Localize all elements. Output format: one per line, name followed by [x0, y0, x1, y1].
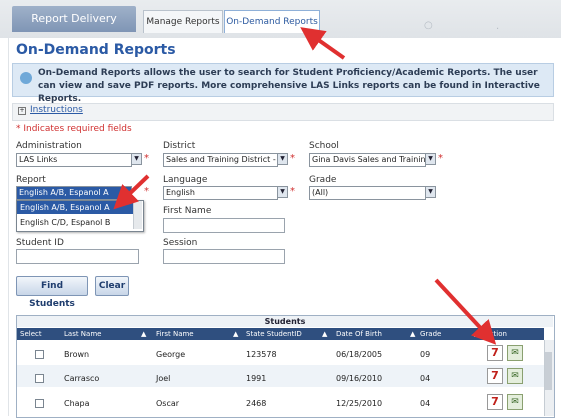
annotation-arrow-tab — [300, 27, 346, 60]
annotation-arrow-dropdown — [113, 174, 150, 210]
annotation-arrows — [113, 27, 497, 345]
annotation-arrow-action — [434, 278, 497, 345]
